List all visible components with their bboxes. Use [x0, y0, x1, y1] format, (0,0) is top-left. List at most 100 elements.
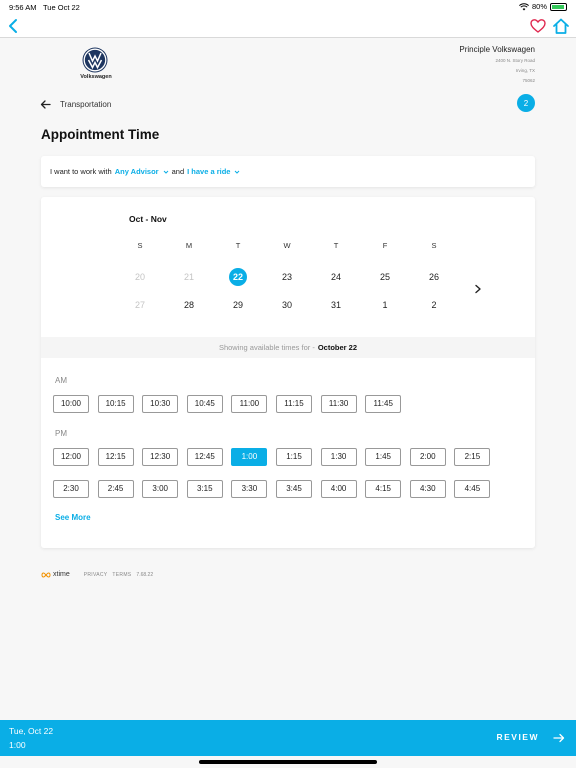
wifi-icon: [519, 2, 529, 10]
time-slot[interactable]: 4:45: [454, 480, 491, 498]
calendar-day: 21: [183, 272, 194, 282]
weekday-label: F: [382, 241, 388, 250]
page-title: Appointment Time: [41, 127, 160, 142]
status-indicators: 80%: [519, 2, 567, 11]
dealer-address-line-2: Irving, TX: [515, 68, 535, 73]
time-slot[interactable]: 3:00: [142, 480, 179, 498]
time-slot[interactable]: 11:15: [276, 395, 312, 413]
weekday-label: T: [333, 241, 339, 250]
brand-label: Volkswagen: [80, 74, 112, 80]
time-slot[interactable]: 1:45: [365, 448, 402, 466]
chevron-down-icon: [163, 170, 168, 174]
am-label: AM: [55, 376, 67, 385]
weekday-label: M: [185, 241, 193, 250]
calendar-day[interactable]: 2: [425, 296, 443, 314]
footer: xtime PRIVACY TERMS 7.68.22: [41, 571, 153, 578]
time-slot[interactable]: 1:30: [320, 448, 357, 466]
time-slot[interactable]: 4:30: [409, 480, 446, 498]
terms-link[interactable]: TERMS: [112, 572, 131, 578]
bottom-summary-bar: Tue, Oct 22 1:00 REVIEW: [0, 720, 576, 756]
appointment-card: Oct - Nov SMTWTFS 20 21 22 23 24 25 26 27 28 29 30…: [41, 197, 535, 548]
dealer-address-line-3: 75062: [522, 78, 535, 83]
weekday-label: S: [137, 241, 143, 250]
chevron-down-icon: [235, 170, 240, 174]
time-slot[interactable]: 4:00: [320, 480, 357, 498]
time-slot[interactable]: 1:15: [276, 448, 312, 466]
time-slot[interactable]: 10:00: [53, 395, 89, 413]
time-slot[interactable]: 3:30: [231, 480, 268, 498]
prefs-prefix: I want to work with: [50, 167, 112, 176]
time-slot[interactable]: 11:45: [365, 395, 402, 413]
time-slot[interactable]: 10:30: [142, 395, 179, 413]
chevron-right-icon[interactable]: [473, 284, 483, 294]
time-slot[interactable]: 2:15: [454, 448, 491, 466]
showing-prefix: Showing available times for -: [218, 343, 315, 352]
time-slot-selected[interactable]: 1:00: [231, 448, 268, 466]
preferences-bar: I want to work with Any Advisor and I ha…: [41, 156, 535, 187]
time-slot[interactable]: 11:00: [231, 395, 268, 413]
time-slot[interactable]: 10:45: [186, 395, 223, 413]
time-slot[interactable]: 2:30: [53, 480, 89, 498]
see-more-link[interactable]: See More: [55, 513, 91, 522]
review-button[interactable]: REVIEW: [496, 732, 539, 742]
calendar-day[interactable]: 25: [376, 268, 394, 286]
pm-label: PM: [55, 429, 67, 438]
time-slot[interactable]: 2:00: [409, 448, 446, 466]
xtime-logo: xtime: [41, 571, 70, 578]
dealer-name: Principle Volkswagen: [459, 45, 535, 54]
weekday-label: T: [235, 241, 241, 250]
time-slot[interactable]: 12:00: [53, 448, 89, 466]
back-chevron-icon[interactable]: [4, 16, 24, 36]
time-slot[interactable]: 4:15: [365, 480, 402, 498]
calendar-day: 20: [134, 272, 145, 282]
calendar-day[interactable]: 26: [425, 268, 443, 286]
home-indicator: [199, 760, 377, 764]
ride-value: I have a ride: [187, 167, 231, 176]
ride-dropdown[interactable]: I have a ride: [187, 167, 240, 176]
calendar-day[interactable]: 1: [376, 296, 394, 314]
time-slot[interactable]: 12:45: [186, 448, 223, 466]
breadcrumb-label: Transportation: [60, 99, 112, 109]
dealer-address-line-1: 2400 N. Story Road: [495, 58, 535, 63]
calendar-day: 27: [134, 300, 145, 310]
privacy-link[interactable]: PRIVACY: [84, 572, 108, 578]
nav-bar: [0, 14, 576, 38]
calendar-day[interactable]: 23: [278, 268, 296, 286]
time-slot[interactable]: 10:15: [97, 395, 134, 413]
calendar-day[interactable]: 31: [327, 296, 345, 314]
showing-date: October 22: [317, 343, 358, 352]
volkswagen-logo: [82, 47, 108, 73]
app-version: 7.68.22: [136, 571, 154, 578]
time-slot[interactable]: 3:15: [186, 480, 223, 498]
back-to-transportation[interactable]: Transportation: [40, 96, 111, 112]
time-slot[interactable]: 2:45: [97, 480, 134, 498]
weekday-label: W: [283, 241, 291, 250]
advisor-value: Any Advisor: [114, 167, 159, 176]
infinity-icon: [41, 571, 51, 578]
status-date: Tue Oct 22: [43, 3, 80, 12]
calendar-day-selected[interactable]: 22: [229, 268, 247, 286]
arrow-left-icon: [40, 99, 51, 109]
prefs-and: and: [171, 167, 185, 176]
battery-icon: [550, 2, 567, 11]
selected-date: Tue, Oct 22: [9, 726, 54, 736]
time-slot[interactable]: 3:45: [276, 480, 312, 498]
battery-percent: 80%: [531, 2, 547, 11]
time-slot[interactable]: 11:30: [320, 395, 357, 413]
calendar-day[interactable]: 24: [327, 268, 345, 286]
selected-time: 1:00: [9, 740, 26, 750]
calendar-day[interactable]: 29: [229, 296, 247, 314]
calendar-day[interactable]: 30: [278, 296, 296, 314]
time-slot[interactable]: 12:15: [97, 448, 134, 466]
showing-available-times: Showing available times for - October 22: [41, 337, 535, 358]
arrow-right-icon[interactable]: [553, 732, 565, 744]
status-bar: 9:56 AM Tue Oct 22 80%: [0, 0, 576, 14]
status-time: 9:56 AM: [9, 3, 37, 12]
step-badge: 2: [517, 94, 535, 112]
home-icon[interactable]: [552, 17, 570, 35]
favorite-heart-icon[interactable]: [530, 18, 546, 34]
time-slot[interactable]: 12:30: [142, 448, 179, 466]
calendar-month: Oct - Nov: [129, 214, 167, 224]
calendar-day[interactable]: 28: [180, 296, 198, 314]
advisor-dropdown[interactable]: Any Advisor: [115, 167, 169, 176]
